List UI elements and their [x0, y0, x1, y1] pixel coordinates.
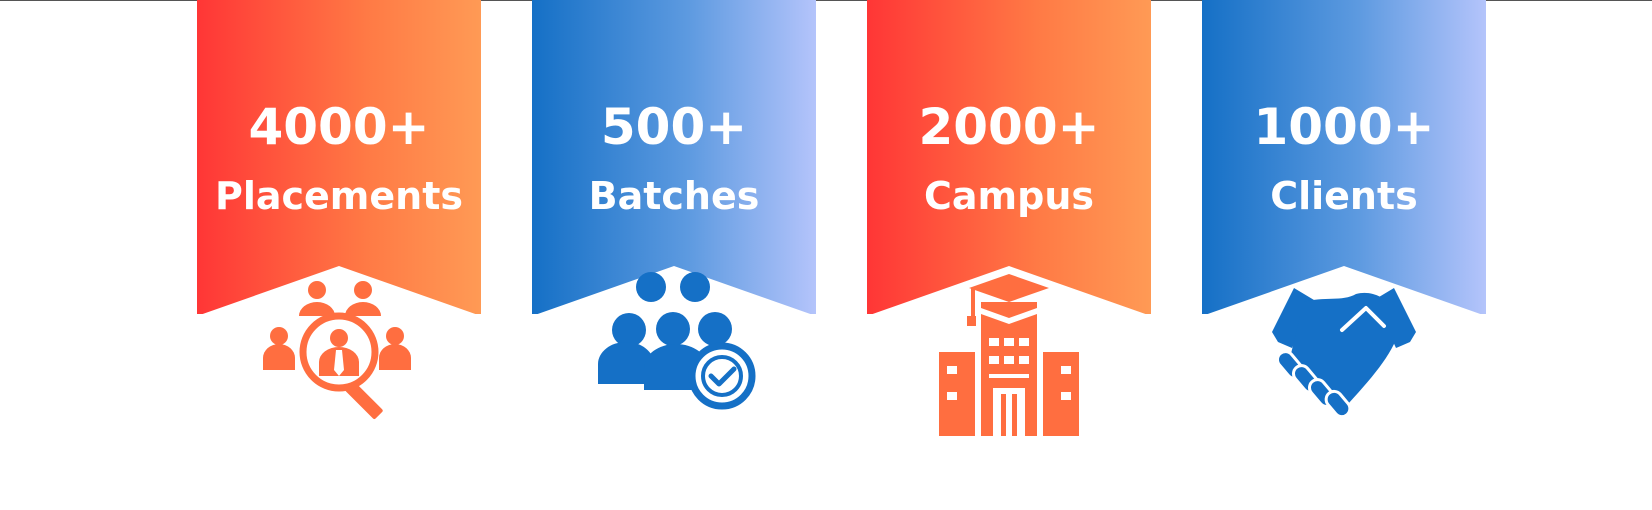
- group-check-icon: [598, 272, 756, 410]
- stat-label: Batches: [588, 174, 760, 218]
- stat-value: 4000+: [248, 98, 430, 156]
- stat-card-placements: 4000+ Placements: [197, 0, 481, 440]
- recruitment-search-icon: [263, 281, 411, 419]
- stat-value: 2000+: [918, 98, 1100, 156]
- campus-building-icon: [939, 274, 1079, 436]
- stat-card-campus: 2000+ Campus: [867, 0, 1151, 440]
- stat-value: 1000+: [1253, 98, 1435, 156]
- stat-value: 500+: [600, 98, 748, 156]
- stat-card-clients: 1000+ Clients: [1202, 0, 1486, 440]
- handshake-icon: [1272, 288, 1416, 419]
- stat-label: Clients: [1270, 174, 1418, 218]
- stat-label: Campus: [924, 174, 1094, 218]
- stat-card-batches: 500+ Batches: [532, 0, 816, 440]
- stat-label: Placements: [214, 174, 464, 218]
